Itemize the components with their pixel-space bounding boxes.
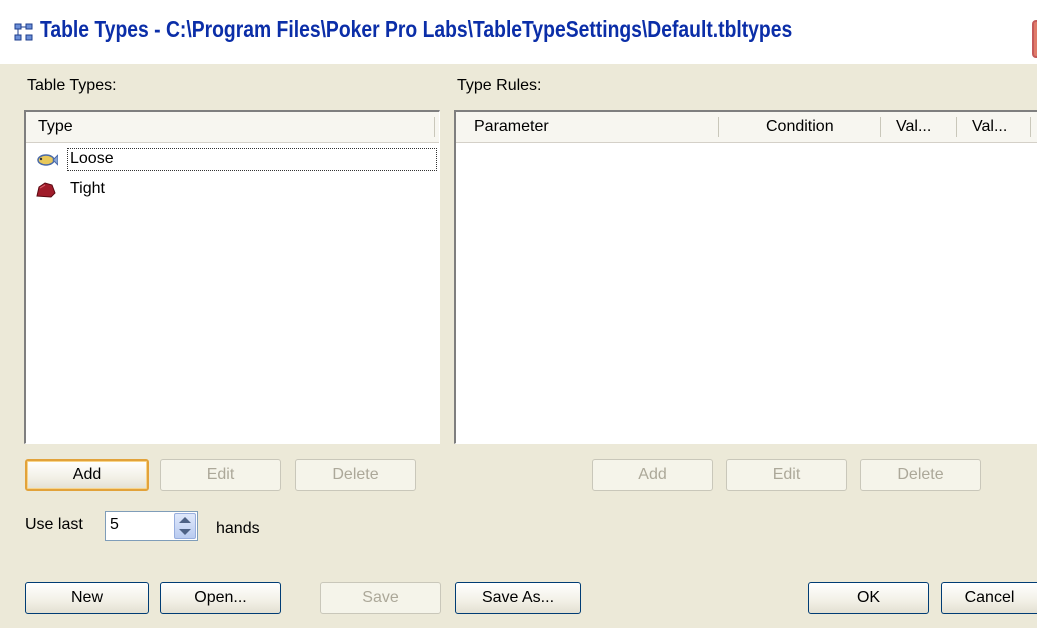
edit-table-type-button[interactable]: Edit: [160, 459, 281, 491]
selection-focus-outline: [67, 148, 437, 171]
type-rules-label: Type Rules:: [457, 77, 542, 94]
column-separator[interactable]: [956, 117, 957, 137]
rock-icon: [36, 182, 56, 198]
column-header-value-2[interactable]: Val...: [972, 112, 1007, 142]
fish-icon: [37, 154, 58, 166]
list-item-label: Loose: [70, 150, 114, 167]
delete-table-type-button[interactable]: Delete: [295, 459, 416, 491]
edit-rule-button[interactable]: Edit: [726, 459, 847, 491]
save-button[interactable]: Save: [320, 582, 441, 614]
column-header-parameter[interactable]: Parameter: [474, 112, 549, 142]
spinner-up-arrow-icon[interactable]: [179, 517, 191, 523]
hands-label: hands: [216, 520, 260, 537]
title-bar[interactable]: Table Types - C:\Program Files\Poker Pro…: [0, 0, 1037, 64]
column-separator[interactable]: [880, 117, 881, 137]
spinner-buttons[interactable]: [174, 513, 196, 539]
app-icon: [14, 23, 33, 41]
column-header-value-1[interactable]: Val...: [896, 112, 931, 142]
open-button[interactable]: Open...: [160, 582, 281, 614]
hands-count-value[interactable]: 5: [110, 516, 119, 534]
new-button[interactable]: New: [25, 582, 149, 614]
close-window-button[interactable]: [1032, 20, 1037, 58]
ok-button[interactable]: OK: [808, 582, 929, 614]
table-types-label: Table Types:: [27, 77, 117, 94]
column-header-condition[interactable]: Condition: [766, 112, 834, 142]
window-title: Table Types - C:\Program Files\Poker Pro…: [40, 16, 793, 42]
spinner-down-arrow-icon[interactable]: [179, 529, 191, 535]
list-item-tight[interactable]: Tight: [26, 175, 439, 205]
add-table-type-button[interactable]: Add: [25, 459, 149, 491]
add-rule-button[interactable]: Add: [592, 459, 713, 491]
save-as-button[interactable]: Save As...: [455, 582, 581, 614]
delete-rule-button[interactable]: Delete: [860, 459, 981, 491]
column-separator[interactable]: [434, 117, 435, 137]
column-separator[interactable]: [718, 117, 719, 137]
column-separator[interactable]: [1030, 117, 1031, 137]
column-header-type[interactable]: Type: [38, 112, 73, 142]
list-item-label: Tight: [70, 180, 105, 197]
list-item-loose[interactable]: Loose: [26, 145, 439, 175]
table-types-list[interactable]: Type Loose Tight: [24, 110, 440, 444]
use-last-label: Use last: [25, 516, 83, 533]
hands-count-spinner[interactable]: 5: [105, 511, 198, 541]
type-rules-header: Parameter Condition Val... Val...: [456, 112, 1037, 143]
cancel-button[interactable]: Cancel: [941, 582, 1037, 614]
type-rules-list[interactable]: Parameter Condition Val... Val...: [454, 110, 1037, 444]
table-types-header: Type: [26, 112, 439, 143]
